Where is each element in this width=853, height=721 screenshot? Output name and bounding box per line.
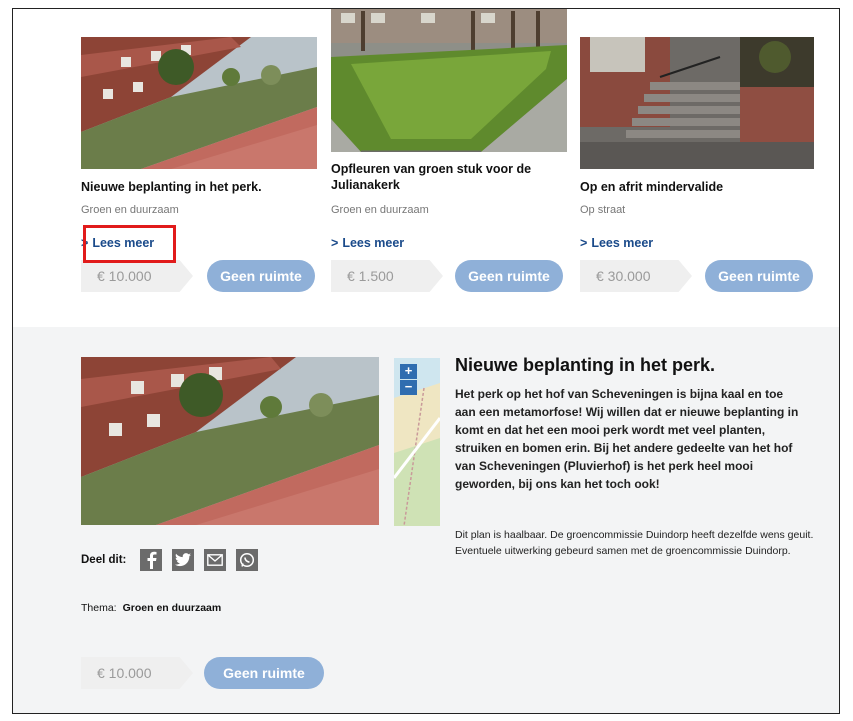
share-bar: Deel dit: bbox=[81, 547, 268, 573]
chevron-right-icon: > bbox=[331, 236, 339, 250]
plan-detail-image bbox=[81, 357, 379, 525]
geen-ruimte-button[interactable]: Geen ruimte bbox=[204, 657, 324, 689]
facebook-icon[interactable] bbox=[140, 549, 163, 571]
lees-meer-link[interactable]: > Lees meer bbox=[331, 236, 404, 250]
plan-card-amount: € 10.000 bbox=[81, 260, 193, 292]
plan-card-title[interactable]: Nieuwe beplanting in het perk. bbox=[81, 179, 317, 195]
theme-line: Thema: Groen en duurzaam bbox=[81, 602, 221, 614]
plan-card-category: Op straat bbox=[580, 204, 626, 216]
twitter-icon[interactable] bbox=[172, 549, 195, 571]
lees-meer-label: Lees meer bbox=[342, 236, 405, 250]
plan-cards: Nieuwe beplanting in het perk. Groen en … bbox=[13, 9, 839, 327]
plan-card-title[interactable]: Op en afrit mindervalide bbox=[580, 179, 816, 195]
theme-label: Thema: bbox=[81, 602, 117, 614]
theme-value[interactable]: Groen en duurzaam bbox=[123, 602, 222, 614]
plan-detail-panel: + − Nieuwe beplanting in het perk. Het p… bbox=[13, 327, 839, 713]
lees-meer-label: Lees meer bbox=[591, 236, 654, 250]
whatsapp-icon[interactable] bbox=[236, 549, 259, 571]
share-label: Deel dit: bbox=[81, 554, 127, 566]
geen-ruimte-button[interactable]: Geen ruimte bbox=[207, 260, 315, 292]
map-zoom-out-button[interactable]: − bbox=[400, 380, 417, 395]
lees-meer-link[interactable]: > Lees meer bbox=[580, 236, 653, 250]
plan-card-category: Groen en duurzaam bbox=[331, 204, 429, 216]
location-map[interactable]: + − bbox=[394, 358, 440, 526]
geen-ruimte-button[interactable]: Geen ruimte bbox=[705, 260, 813, 292]
plan-card-category: Groen en duurzaam bbox=[81, 204, 179, 216]
plan-detail-amount: € 10.000 bbox=[81, 657, 193, 689]
plan-card-title[interactable]: Opfleuren van groen stuk voor de Juliana… bbox=[331, 161, 567, 193]
plan-card-amount: € 1.500 bbox=[331, 260, 443, 292]
plan-detail-description: Het perk op het hof van Scheveningen is … bbox=[455, 387, 799, 491]
plan-card-image[interactable] bbox=[81, 37, 317, 169]
email-icon[interactable] bbox=[204, 549, 227, 571]
geen-ruimte-button[interactable]: Geen ruimte bbox=[455, 260, 563, 292]
plan-card-image[interactable] bbox=[331, 9, 567, 152]
plan-card-amount: € 30.000 bbox=[580, 260, 692, 292]
page-frame: Nieuwe beplanting in het perk. Groen en … bbox=[12, 8, 840, 714]
highlight-box bbox=[83, 225, 176, 263]
plan-card-image[interactable] bbox=[580, 37, 816, 169]
plan-detail-title: Nieuwe beplanting in het perk. bbox=[455, 355, 716, 375]
plan-detail-note: Dit plan is haalbaar. De groencommissie … bbox=[455, 529, 814, 557]
chevron-right-icon: > bbox=[580, 236, 588, 250]
map-zoom-in-button[interactable]: + bbox=[400, 364, 417, 379]
